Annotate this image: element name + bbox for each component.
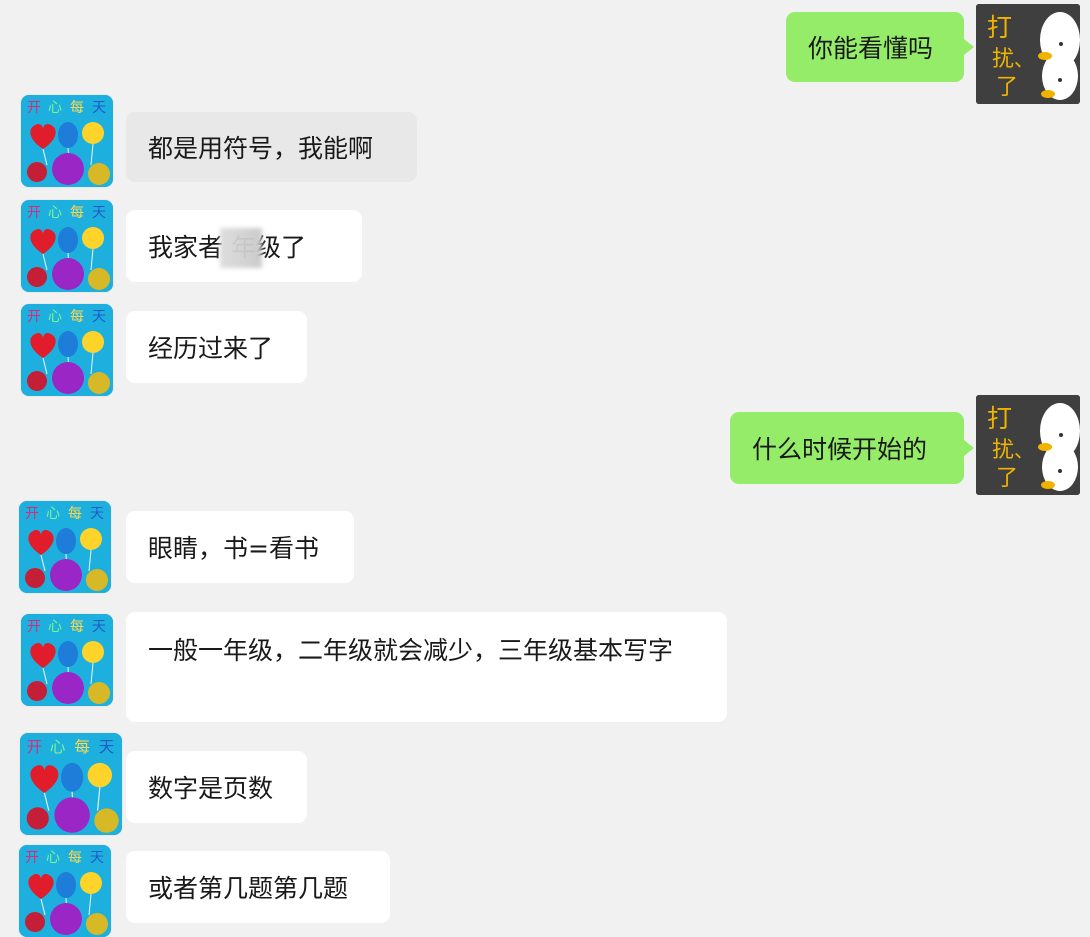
message-row-7: 开 心 每 天 一般一年级，二年级就会减少，三年级基本写字	[0, 604, 1090, 728]
message-bubble-right[interactable]: 什么时候开始的	[730, 412, 964, 484]
message-row-5: 什么时候开始的 打 扰 、 了	[0, 395, 1090, 504]
message-text: 什么时候开始的	[752, 435, 928, 464]
svg-text:每: 每	[70, 619, 84, 635]
message-row-8: 开 心 每 天 数字是页数	[0, 733, 1090, 835]
svg-text:开: 开	[27, 309, 41, 325]
self-avatar[interactable]: 打 扰 、 了	[976, 395, 1080, 495]
svg-text:天: 天	[92, 100, 106, 116]
svg-text:每: 每	[70, 205, 84, 221]
message-text: 都是用符号，我能啊	[148, 134, 374, 163]
message-bubble-right[interactable]: 你能看懂吗	[786, 12, 964, 82]
message-bubble-left[interactable]: 数字是页数	[126, 751, 307, 823]
contact-avatar-image: 开 心 每 天	[21, 95, 113, 187]
svg-text:开: 开	[25, 506, 39, 522]
svg-text:每: 每	[68, 850, 82, 866]
svg-text:每: 每	[74, 738, 90, 756]
message-text: 眼睛，书=看书	[148, 534, 319, 563]
contact-avatar[interactable]: 开 心 每 天	[19, 845, 111, 937]
message-bubble-left[interactable]: 或者第几题第几题	[126, 851, 390, 923]
svg-text:天: 天	[92, 205, 106, 221]
message-row-4: 开 心 每 天 经历过来了	[0, 301, 1090, 399]
svg-text:每: 每	[70, 309, 84, 325]
self-avatar-char-3: 、	[1014, 438, 1034, 462]
svg-text:心: 心	[48, 100, 62, 116]
message-row-9: 开 心 每 天 或者第几题第几题	[0, 840, 1090, 937]
contact-avatar[interactable]: 开 心 每 天	[21, 304, 113, 396]
message-row-2: 开 心 每 天 都是用符号，我能啊	[0, 93, 1090, 191]
contact-avatar-image: 开 心 每 天	[21, 614, 113, 706]
bubble-tail-right	[964, 440, 974, 456]
message-text: 一般一年级，二年级就会减少，三年级基本写字	[148, 636, 674, 665]
message-bubble-left[interactable]: 都是用符号，我能啊	[126, 112, 417, 182]
message-row-3: 开 心 每 天 我家者 年级了	[0, 194, 1090, 292]
svg-text:心: 心	[48, 205, 62, 221]
message-bubble-left[interactable]: 眼睛，书=看书	[126, 511, 354, 583]
self-avatar-char-1: 打	[987, 13, 1012, 42]
svg-text:心: 心	[46, 850, 60, 866]
contact-avatar-image: 开 心 每 天	[20, 733, 122, 835]
svg-text:开: 开	[25, 850, 39, 866]
contact-avatar[interactable]: 开 心 每 天	[21, 95, 113, 187]
svg-text:开: 开	[27, 205, 41, 221]
self-avatar-char-2: 扰	[992, 438, 1014, 463]
message-text: 经历过来了	[148, 334, 274, 363]
privacy-blur	[220, 228, 262, 268]
contact-avatar[interactable]: 开 心 每 天	[21, 614, 113, 706]
contact-avatar-image: 开 心 每 天	[19, 501, 111, 593]
svg-text:天: 天	[92, 619, 106, 635]
svg-text:开: 开	[27, 619, 41, 635]
self-avatar-image: 打 扰 、 了	[976, 395, 1080, 495]
svg-text:心: 心	[48, 309, 62, 325]
contact-avatar[interactable]: 开 心 每 天	[19, 501, 111, 593]
svg-text:天: 天	[90, 850, 104, 866]
svg-text:开: 开	[27, 100, 41, 116]
svg-text:天: 天	[99, 738, 115, 756]
message-text: 或者第几题第几题	[148, 874, 349, 903]
svg-text:心: 心	[46, 506, 60, 522]
svg-text:每: 每	[70, 100, 84, 116]
self-avatar-char-1: 打	[987, 404, 1012, 433]
svg-text:天: 天	[92, 309, 106, 325]
svg-text:开: 开	[27, 738, 43, 756]
contact-avatar-image: 开 心 每 天	[21, 304, 113, 396]
message-row-6: 开 心 每 天 眼睛，书=看书	[0, 495, 1090, 595]
self-avatar-char-3: 、	[1014, 47, 1034, 71]
contact-avatar[interactable]: 开 心 每 天	[21, 200, 113, 292]
svg-text:心: 心	[50, 738, 66, 756]
svg-text:心: 心	[48, 619, 62, 635]
message-text: 数字是页数	[148, 774, 274, 803]
contact-avatar[interactable]: 开 心 每 天	[20, 733, 122, 835]
self-avatar-char-2: 扰	[992, 47, 1014, 72]
self-avatar[interactable]: 打 扰 、 了	[976, 4, 1080, 104]
bubble-tail-right	[964, 39, 974, 55]
contact-avatar-image: 开 心 每 天	[19, 845, 111, 937]
message-bubble-left[interactable]: 经历过来了	[126, 311, 307, 383]
self-avatar-char-4: 了	[996, 466, 1018, 491]
svg-text:每: 每	[68, 506, 82, 522]
message-bubble-left[interactable]: 一般一年级，二年级就会减少，三年级基本写字	[126, 612, 727, 722]
self-avatar-image: 打 扰 、 了	[976, 4, 1080, 104]
contact-avatar-image: 开 心 每 天	[21, 200, 113, 292]
svg-text:天: 天	[90, 506, 104, 522]
message-text: 你能看懂吗	[808, 34, 934, 63]
